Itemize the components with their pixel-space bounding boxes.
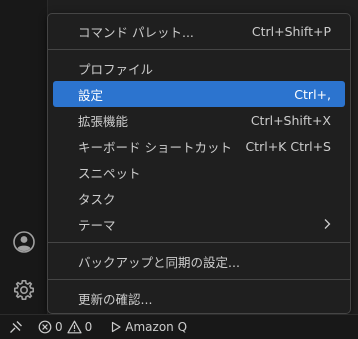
manage-button[interactable]: [0, 270, 47, 310]
menu-item-label: 拡張機能: [78, 113, 129, 129]
menu-item-label: コマンド パレット...: [78, 24, 194, 40]
problems-indicator[interactable]: 0 0: [38, 315, 96, 339]
menu-item-extensions[interactable]: 拡張機能 Ctrl+Shift+X: [53, 107, 345, 133]
error-icon: [38, 320, 52, 334]
menu-item-label: 更新の確認...: [78, 291, 153, 307]
menu-separator: [48, 49, 350, 50]
menu-item-label: スニペット: [78, 165, 141, 181]
menu-item-label: プロファイル: [78, 61, 154, 77]
chevron-right-icon: [324, 219, 331, 229]
menu-item-snippets[interactable]: スニペット: [53, 159, 345, 185]
menu-separator: [48, 242, 350, 243]
menu-separator: [48, 279, 350, 280]
menu-item-shortcut: Ctrl+,: [294, 86, 331, 102]
menu-item-label: テーマ: [78, 217, 116, 233]
vscode-window: コマンド パレット... Ctrl+Shift+P プロファイル 設定 Ctrl…: [0, 0, 358, 339]
menu-item-label: 設定: [78, 87, 104, 103]
status-bar: 0 0 Amazon Q: [0, 314, 358, 339]
remote-icon: [10, 321, 22, 333]
gear-icon: [13, 280, 34, 300]
account-icon: [12, 231, 35, 253]
warning-icon: [67, 320, 82, 334]
menu-item-keyboard-shortcuts[interactable]: キーボード ショートカット Ctrl+K Ctrl+S: [53, 133, 345, 159]
menu-item-command-palette[interactable]: コマンド パレット... Ctrl+Shift+P: [53, 18, 345, 44]
amazon-q-status[interactable]: Amazon Q: [110, 315, 187, 339]
menu-item-themes[interactable]: テーマ: [53, 211, 345, 237]
menu-item-backup-sync[interactable]: バックアップと同期の設定...: [53, 248, 345, 274]
warning-count: 0: [84, 320, 93, 334]
amazon-q-label: Amazon Q: [125, 320, 188, 334]
menu-item-profiles[interactable]: プロファイル: [53, 55, 345, 81]
menu-item-label: キーボード ショートカット: [78, 139, 232, 155]
menu-item-settings[interactable]: 設定 Ctrl+,: [53, 81, 345, 107]
menu-item-label: バックアップと同期の設定...: [78, 254, 240, 270]
menu-item-shortcut: Ctrl+K Ctrl+S: [245, 138, 331, 154]
activity-bar: [0, 0, 48, 314]
accounts-button[interactable]: [0, 222, 47, 262]
menu-item-check-updates[interactable]: 更新の確認...: [53, 285, 345, 311]
menu-item-label: タスク: [78, 191, 116, 207]
manage-context-menu: コマンド パレット... Ctrl+Shift+P プロファイル 設定 Ctrl…: [47, 13, 351, 314]
play-icon: [112, 321, 121, 333]
remote-indicator[interactable]: [0, 315, 32, 339]
menu-item-shortcut: Ctrl+Shift+P: [251, 23, 331, 39]
error-count: 0: [55, 320, 63, 334]
menu-item-tasks[interactable]: タスク: [53, 185, 345, 211]
menu-item-shortcut: Ctrl+Shift+X: [250, 112, 331, 128]
